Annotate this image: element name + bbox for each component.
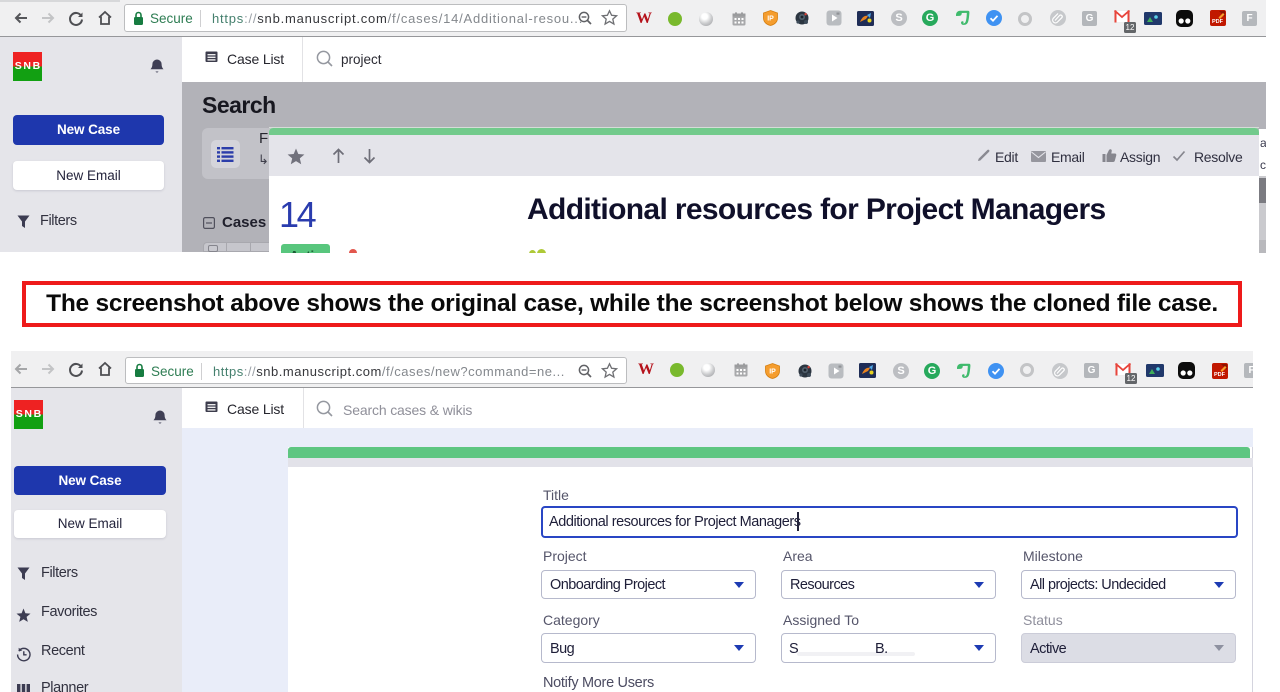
svg-text:IP: IP — [767, 16, 774, 23]
svg-text:IP: IP — [769, 369, 776, 376]
svg-text:PDF: PDF — [1212, 19, 1224, 25]
svg-text:PDF: PDF — [1214, 372, 1226, 378]
